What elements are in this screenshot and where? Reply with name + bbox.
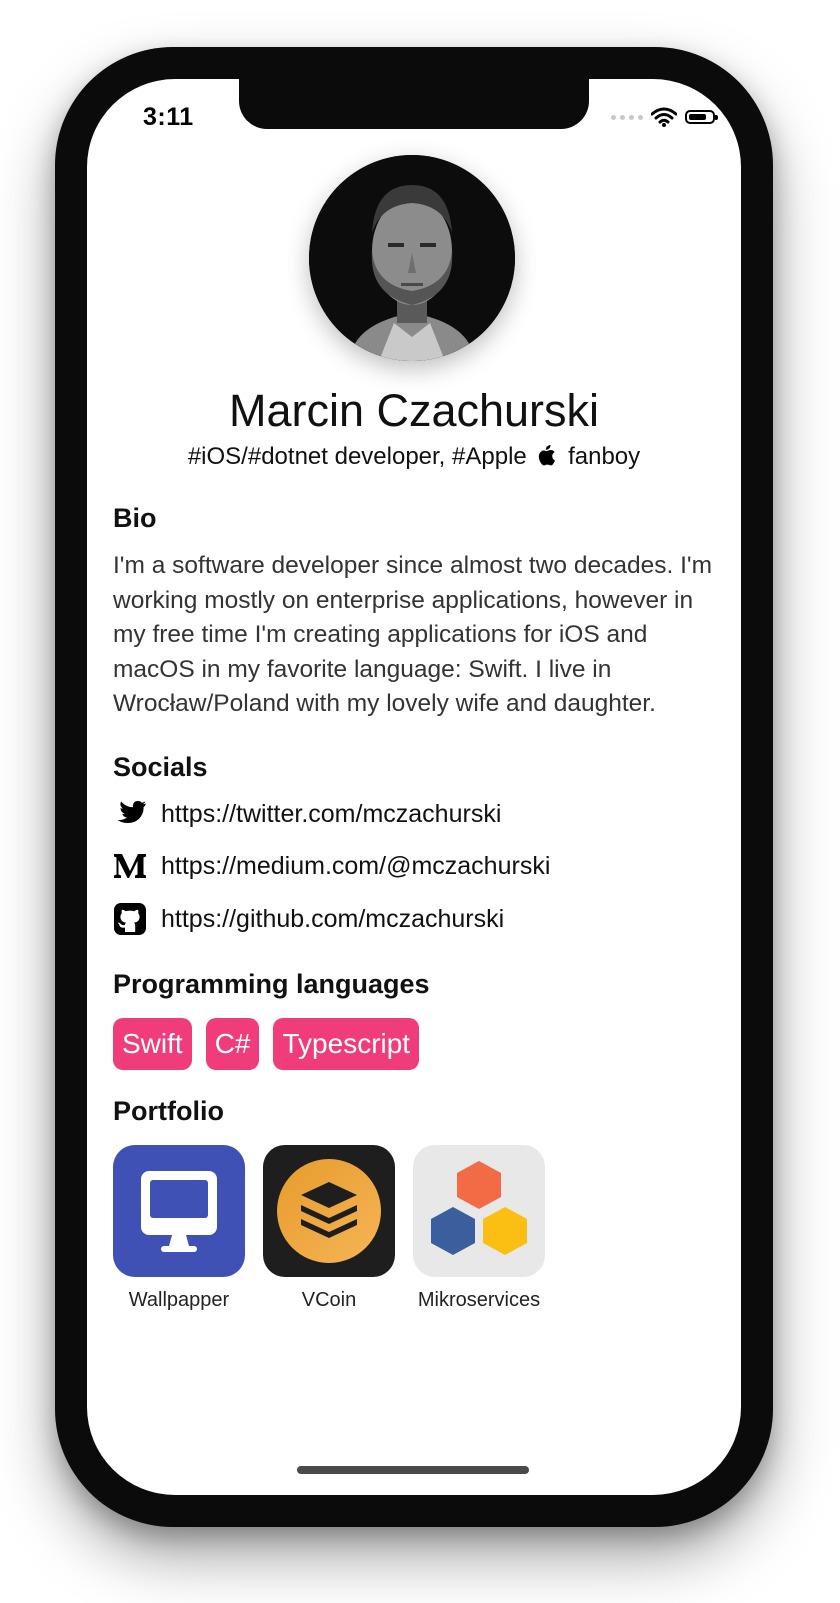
- github-icon: [113, 902, 147, 936]
- signal-icon: [611, 114, 643, 120]
- social-url: https://github.com/mczachurski: [161, 904, 505, 933]
- profile-tagline: #iOS/#dotnet developer, #Apple fanboy: [87, 443, 741, 471]
- home-indicator[interactable]: [297, 1466, 529, 1474]
- bio-title: Bio: [113, 503, 157, 533]
- portfolio-list: Wallpapper VCoin Mikroservices: [113, 1145, 545, 1312]
- hexagons-icon: [413, 1145, 545, 1277]
- avatar: [309, 155, 515, 361]
- status-icons: [611, 107, 718, 127]
- profile-name: Marcin Czachurski: [228, 385, 600, 436]
- twitter-icon: [113, 797, 147, 831]
- battery-icon: [685, 110, 718, 124]
- app-label: Mikroservices: [417, 1289, 541, 1311]
- app-label: VCoin: [301, 1289, 357, 1311]
- tagline-suffix: fanboy: [568, 443, 641, 470]
- status-time: 3:11: [143, 103, 194, 131]
- language-tag: C#: [205, 1018, 260, 1070]
- social-url: https://twitter.com/mczachurski: [161, 799, 502, 828]
- social-twitter[interactable]: https://twitter.com/mczachurski: [113, 797, 501, 831]
- phone-frame: 3:11 Marcin Czachurski #iOS/#dotnet deve…: [55, 47, 773, 1527]
- notch: [239, 79, 589, 129]
- screen: 3:11 Marcin Czachurski #iOS/#dotnet deve…: [87, 79, 741, 1495]
- medium-icon: [113, 849, 147, 883]
- portfolio-item-wallpapper[interactable]: Wallpapper: [113, 1145, 245, 1312]
- social-medium[interactable]: https://medium.com/@mczachurski: [113, 849, 550, 883]
- social-github[interactable]: https://github.com/mczachurski: [113, 902, 504, 936]
- portfolio-title: Portfolio: [113, 1096, 224, 1126]
- language-tag: Typescript: [273, 1018, 420, 1070]
- social-url: https://medium.com/@mczachurski: [161, 851, 551, 880]
- tagline-text: #iOS/#dotnet developer, #Apple: [187, 443, 527, 470]
- layers-icon: [263, 1145, 395, 1277]
- language-tag: Swift: [113, 1018, 192, 1070]
- wifi-icon: [651, 107, 677, 127]
- monitor-icon: [113, 1145, 245, 1277]
- languages-title: Programming languages: [113, 969, 430, 999]
- bio-text: I'm a software developer since almost tw…: [113, 552, 712, 717]
- portfolio-item-mikroservices[interactable]: Mikroservices: [413, 1145, 545, 1312]
- language-tags: Swift C# Typescript: [113, 1018, 420, 1070]
- app-label: Wallpapper: [128, 1289, 230, 1311]
- portfolio-item-vcoin[interactable]: VCoin: [263, 1145, 395, 1312]
- socials-title: Socials: [113, 752, 208, 782]
- apple-icon: [539, 445, 556, 466]
